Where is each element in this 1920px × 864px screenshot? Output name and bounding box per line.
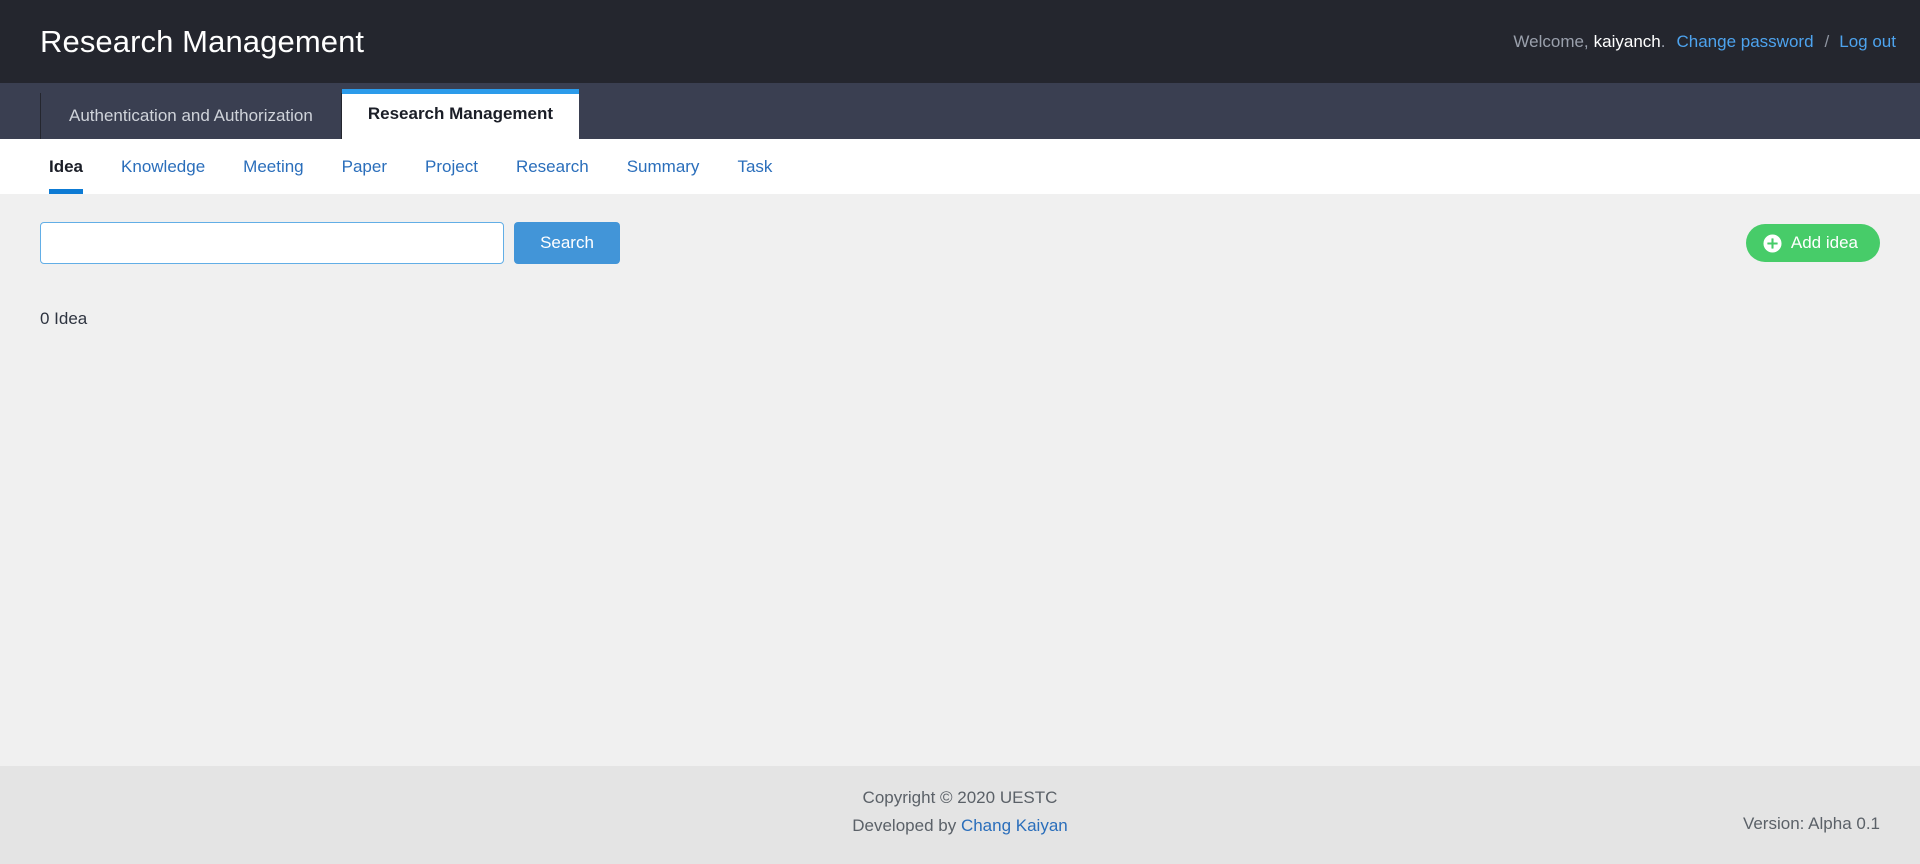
tab-authentication-and-authorization[interactable]: Authentication and Authorization [40,93,342,139]
nav-item-task[interactable]: Task [737,139,772,194]
search-toolbar-row: Search Add idea [40,222,1880,264]
developed-by-prefix: Developed by [852,816,961,835]
nav-item-project[interactable]: Project [425,139,478,194]
nav-item-meeting[interactable]: Meeting [243,139,303,194]
nav-item-label: Task [737,156,773,176]
nav-item-label: Project [425,156,478,176]
plus-circle-icon [1763,233,1782,253]
nav-item-research[interactable]: Research [516,139,589,194]
nav-item-label: Knowledge [121,156,206,176]
nav-item-label: Paper [341,156,388,176]
tab-research-management[interactable]: Research Management [341,89,580,139]
search-button[interactable]: Search [514,222,620,264]
change-password-link[interactable]: Change password [1666,33,1814,50]
search-input[interactable] [40,222,504,264]
section-nav: Idea Knowledge Meeting Paper Project Res… [0,139,1920,194]
main-content: Search Add idea 0 Idea [0,194,1920,766]
nav-item-idea[interactable]: Idea [49,139,84,194]
header-separator: / [1824,32,1830,51]
logout-link[interactable]: Log out [1839,33,1896,50]
search-group: Search [40,222,620,264]
add-idea-label: Add idea [1790,233,1858,252]
nav-item-label: Research [515,156,589,176]
app-tab-strip: Authentication and Authorization Researc… [0,83,1920,139]
nav-item-knowledge[interactable]: Knowledge [121,139,205,194]
tab-label: Authentication and Authorization [69,106,313,125]
welcome-label: Welcome, [1513,32,1589,51]
nav-item-label: Idea [49,156,84,176]
tab-label: Research Management [367,104,554,123]
nav-item-label: Summary [626,156,700,176]
current-username: kaiyanch [1593,32,1661,51]
app-root: Research Management Welcome, kaiyanch . … [0,0,1920,864]
footer: Copyright © 2020 UESTC Developed by Chan… [0,766,1920,864]
nav-item-paper[interactable]: Paper [342,139,387,194]
add-idea-button[interactable]: Add idea [1745,224,1880,262]
developer-link[interactable]: Chang Kaiyan [961,816,1068,835]
footer-center-block: Copyright © 2020 UESTC Developed by Chan… [0,784,1920,840]
result-count: 0 Idea [40,309,88,328]
top-header-bar: Research Management Welcome, kaiyanch . … [0,0,1920,83]
version-label: Version: Alpha 0.1 [1742,814,1880,833]
copyright-text: Copyright © 2020 UESTC [862,788,1058,807]
developed-by-line: Developed by Chang Kaiyan [0,812,1920,840]
nav-item-label: Meeting [243,156,304,176]
user-tools: Welcome, kaiyanch . Change password / Lo… [1513,33,1896,50]
nav-item-summary[interactable]: Summary [627,139,700,194]
page-title: Research Management [40,24,365,59]
